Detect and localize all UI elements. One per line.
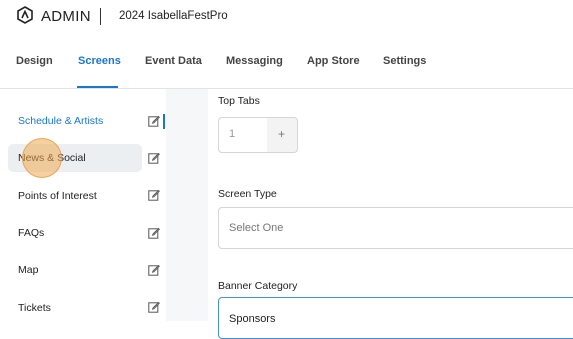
screen-settings-form: Top Tabs 1 + Screen Type Select One Bann…: [208, 89, 573, 339]
click-indicator: [22, 138, 62, 178]
sidebar-item-label: Points of Interest: [18, 190, 97, 202]
sidebar-item-label: Schedule & Artists: [18, 115, 104, 127]
sidebar-item-points-of-interest[interactable]: Points of Interest: [8, 182, 142, 210]
sidebar-scrollbar[interactable]: [163, 114, 165, 129]
sidebar-item-map[interactable]: Map: [8, 256, 142, 284]
top-tabs-value: 1: [229, 128, 236, 140]
screen-type-value: Select One: [229, 222, 284, 234]
screen-type-label: Screen Type: [218, 188, 277, 200]
tab-design[interactable]: Design: [16, 55, 53, 67]
sidebar-item-faqs[interactable]: FAQs: [8, 219, 142, 247]
sidebar-item-label: Tickets: [18, 302, 51, 314]
top-tabs-input[interactable]: 1: [218, 117, 268, 153]
banner-category-select[interactable]: Sponsors: [218, 297, 573, 339]
main-nav: Design Screens Event Data Messaging App …: [0, 34, 573, 89]
sidebar-item-label: Map: [18, 264, 39, 276]
banner-category-value: Sponsors: [229, 313, 276, 325]
brand-label: ADMIN: [41, 8, 91, 25]
sidebar-item-label: FAQs: [18, 227, 45, 239]
edit-icon[interactable]: [148, 115, 160, 127]
edit-icon[interactable]: [148, 189, 160, 201]
content-gutter: [166, 89, 208, 321]
top-tabs-label: Top Tabs: [218, 95, 260, 107]
header-divider: [100, 8, 101, 25]
tab-settings[interactable]: Settings: [383, 55, 426, 67]
screen-type-select[interactable]: Select One: [218, 207, 573, 249]
tab-screens[interactable]: Screens: [78, 55, 121, 67]
admin-logo-icon: [17, 6, 33, 24]
edit-icon[interactable]: [148, 227, 160, 239]
screens-sidebar: Schedule & Artists News & Social Points …: [0, 89, 166, 321]
edit-icon[interactable]: [148, 152, 160, 164]
top-tabs-increment-button[interactable]: +: [267, 117, 298, 153]
sidebar-item-tickets[interactable]: Tickets: [8, 294, 142, 322]
tab-messaging[interactable]: Messaging: [226, 55, 283, 67]
edit-icon[interactable]: [148, 264, 160, 276]
top-bar: ADMIN 2024 IsabellaFestPro: [0, 0, 573, 34]
sidebar-item-schedule-artists[interactable]: Schedule & Artists: [8, 107, 142, 135]
plus-icon: +: [278, 127, 286, 141]
tab-event-data[interactable]: Event Data: [145, 55, 202, 67]
edit-icon[interactable]: [148, 301, 160, 313]
active-tab-indicator: [77, 86, 118, 88]
banner-category-label: Banner Category: [218, 280, 298, 292]
tab-app-store[interactable]: App Store: [307, 55, 360, 67]
app-name: 2024 IsabellaFestPro: [119, 10, 228, 22]
